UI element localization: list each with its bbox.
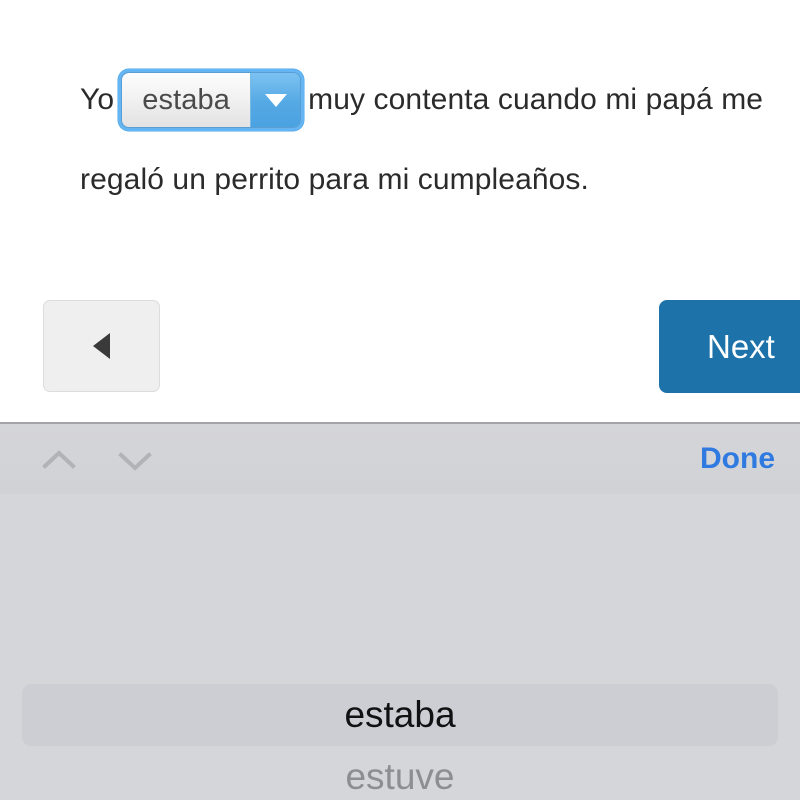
- back-button[interactable]: [43, 300, 160, 392]
- caret-down-icon: [264, 93, 287, 107]
- caret-left-icon: [93, 333, 110, 359]
- verb-select-arrow[interactable]: [250, 73, 301, 128]
- done-button[interactable]: Done: [700, 436, 775, 482]
- verb-select[interactable]: estaba: [118, 69, 305, 132]
- chevron-down-icon[interactable]: [112, 438, 158, 484]
- chevron-up-icon[interactable]: [36, 438, 82, 484]
- sentence-line-two: regaló un perrito para mi cumpleaños.: [80, 163, 589, 197]
- sentence-text-before: Yo: [80, 83, 115, 117]
- exercise-content: Yo estaba muy contenta cuando mi papá me…: [0, 0, 800, 422]
- verb-select-box[interactable]: estaba: [122, 73, 301, 128]
- input-accessory-toolbar: Done: [0, 422, 800, 494]
- picker-option-selected[interactable]: estaba: [0, 684, 800, 746]
- fill-in-the-blank-sentence: Yo estaba muy contenta cuando mi papá me…: [80, 58, 800, 221]
- sentence-text-after: muy contenta cuando mi papá me: [308, 83, 764, 117]
- exercise-screen: Yo estaba muy contenta cuando mi papá me…: [0, 0, 800, 800]
- picker-option[interactable]: estuve: [0, 746, 800, 800]
- verb-picker-wheel[interactable]: estaba estuve: [0, 494, 800, 800]
- verb-select-value[interactable]: estaba: [122, 73, 251, 128]
- next-button[interactable]: Next: [659, 300, 800, 393]
- next-button-label: Next: [707, 328, 775, 365]
